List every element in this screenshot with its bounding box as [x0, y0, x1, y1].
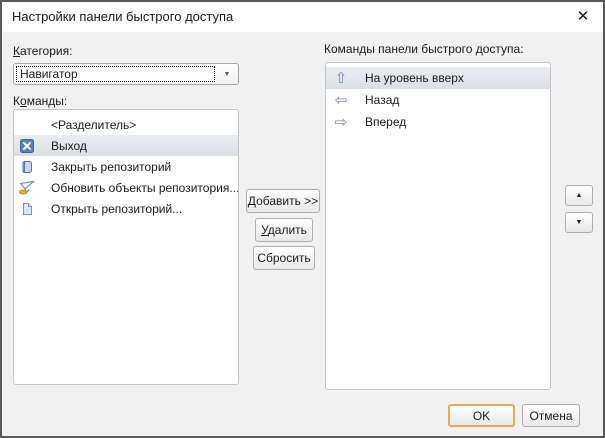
list-item[interactable]: ⇦ Назад — [326, 89, 550, 111]
cancel-button[interactable]: Отмена — [522, 404, 580, 427]
refresh-repository-objects-icon — [19, 180, 35, 196]
commands-list[interactable]: <Разделитель> Выход Закрыть репозиторий … — [13, 109, 239, 385]
list-item[interactable]: Обновить объекты репозитория... — [14, 177, 238, 198]
list-item[interactable]: Выход — [14, 135, 238, 156]
quick-access-label: Команды панели быстрого доступа: — [324, 42, 524, 56]
no-icon — [19, 117, 35, 133]
back-icon: ⇦ — [333, 92, 349, 108]
triangle-down-icon: ▼ — [576, 219, 583, 226]
reset-button[interactable]: Сбросить — [253, 246, 315, 270]
list-item[interactable]: ⇨ Вперед — [326, 111, 550, 133]
list-item[interactable]: ⇧ На уровень вверх — [326, 67, 550, 89]
ok-button[interactable]: OK — [448, 404, 515, 427]
category-combobox-value-area: Навигатор — [16, 66, 215, 82]
commands-label: Команды: — [13, 94, 67, 108]
list-item[interactable]: <Разделитель> — [14, 114, 238, 135]
exit-icon — [19, 138, 35, 154]
move-up-button[interactable]: ▲ — [565, 185, 593, 206]
triangle-up-icon: ▲ — [576, 192, 583, 199]
list-item[interactable]: Открыть репозиторий... — [14, 198, 238, 219]
move-down-button[interactable]: ▼ — [565, 212, 593, 233]
category-combobox[interactable]: Навигатор ▼ — [13, 63, 239, 85]
up-level-icon: ⇧ — [333, 70, 349, 86]
category-combobox-value: Навигатор — [20, 67, 78, 81]
forward-icon: ⇨ — [333, 114, 349, 130]
category-label: Категория: — [13, 44, 72, 58]
close-icon[interactable]: ✕ — [570, 6, 596, 28]
dialog-title: Настройки панели быстрого доступа — [12, 9, 233, 24]
quick-access-list[interactable]: ⇧ На уровень вверх ⇦ Назад ⇨ Вперед — [325, 62, 551, 390]
close-repository-icon — [19, 159, 35, 175]
add-button[interactable]: Добавить >> — [246, 189, 320, 213]
titlebar: Настройки панели быстрого доступа ✕ — [2, 2, 603, 32]
chevron-down-icon[interactable]: ▼ — [216, 64, 238, 84]
remove-button[interactable]: Удалить — [255, 218, 313, 242]
quick-access-settings-dialog: Настройки панели быстрого доступа ✕ Кате… — [0, 0, 605, 438]
list-item[interactable]: Закрыть репозиторий — [14, 156, 238, 177]
open-repository-icon — [19, 201, 35, 217]
